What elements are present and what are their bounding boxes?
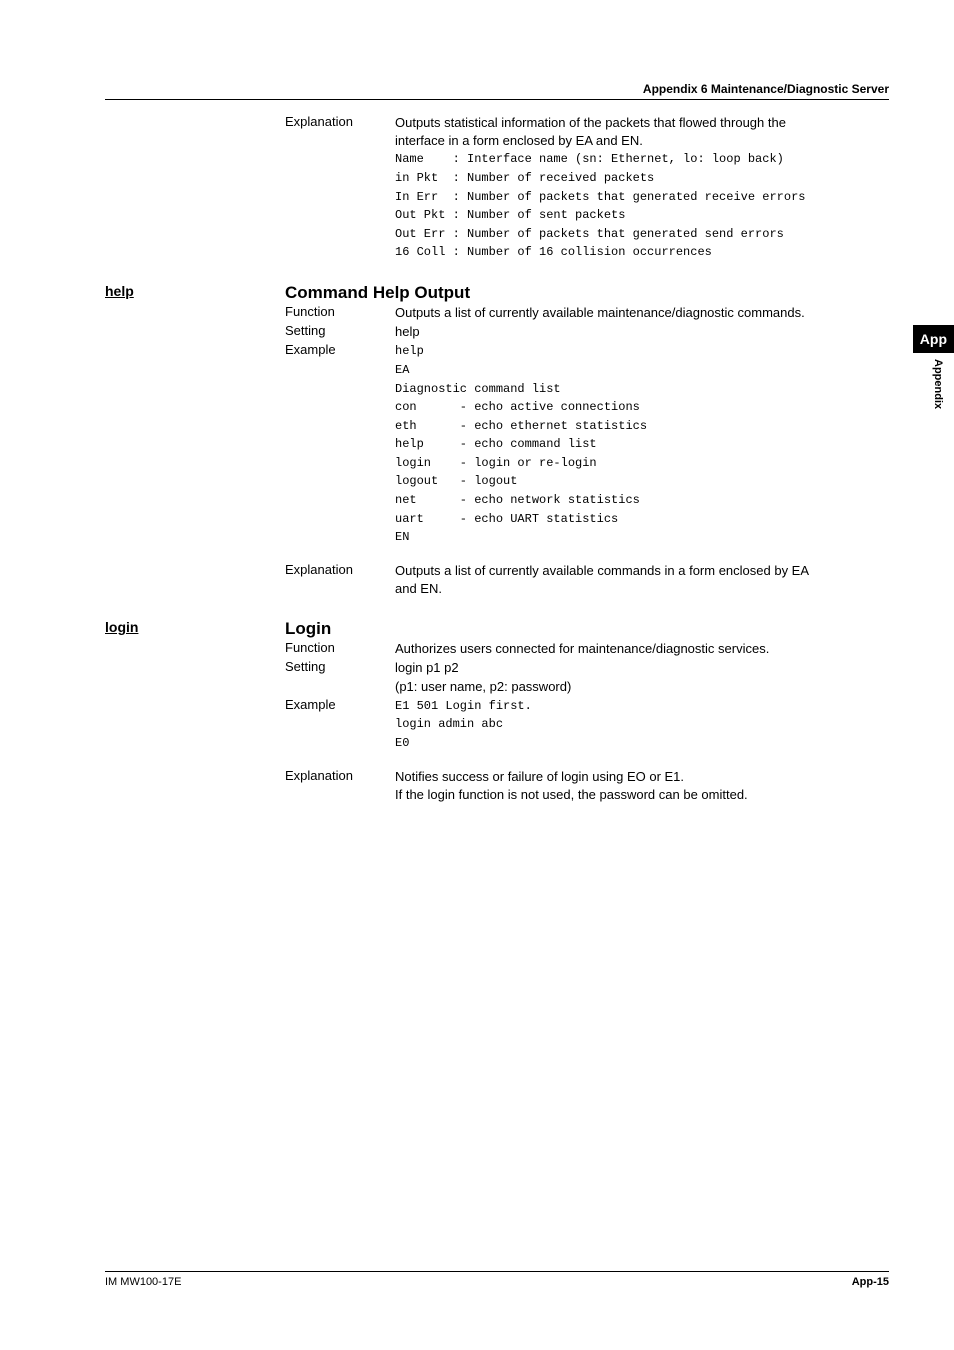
page-footer: IM MW100-17E App-15 — [105, 1271, 889, 1288]
header-rule — [105, 99, 889, 100]
text: If the login function is not used, the p… — [395, 786, 889, 804]
explanation-text: Outputs statistical information of the p… — [395, 114, 889, 262]
code: uart - echo UART statistics — [395, 510, 889, 529]
code: Name : Interface name (sn: Ethernet, lo:… — [395, 150, 889, 169]
label-explanation: Explanation — [285, 114, 395, 262]
page-header: Appendix 6 Maintenance/Diagnostic Server — [105, 82, 889, 99]
tab-badge: App — [913, 325, 954, 353]
label-explanation: Explanation — [285, 562, 395, 598]
code: login admin abc — [395, 715, 889, 734]
text: and EN. — [395, 580, 889, 598]
code: EA — [395, 361, 889, 380]
label-example: Example — [285, 342, 395, 547]
explanation-text: Outputs a list of currently available co… — [395, 562, 889, 598]
text: Notifies success or failure of login usi… — [395, 768, 889, 786]
code: help — [395, 342, 889, 361]
label-function: Function — [285, 304, 395, 322]
text: Outputs statistical information of the p… — [395, 114, 889, 132]
code: eth - echo ethernet statistics — [395, 417, 889, 436]
setting-text: login p1 p2 (p1: user name, p2: password… — [395, 659, 889, 695]
section-title-login: Login — [285, 619, 331, 639]
side-tab: App Appendix — [913, 325, 954, 409]
example-text: help EA Diagnostic command list con - ec… — [395, 342, 889, 547]
label-explanation: Explanation — [285, 768, 395, 804]
text: (p1: user name, p2: password) — [395, 678, 889, 696]
code: in Pkt : Number of received packets — [395, 169, 889, 188]
label-example: Example — [285, 697, 395, 753]
text: interface in a form enclosed by EA and E… — [395, 132, 889, 150]
label-setting: Setting — [285, 323, 395, 341]
setting-text: help — [395, 323, 889, 341]
code: Out Pkt : Number of sent packets — [395, 206, 889, 225]
tab-label: Appendix — [932, 353, 954, 409]
function-text: Outputs a list of currently available ma… — [395, 304, 889, 322]
cmd-name-help: help — [105, 283, 285, 303]
code: EN — [395, 528, 889, 547]
footer-left: IM MW100-17E — [105, 1276, 181, 1288]
footer-right: App-15 — [852, 1276, 889, 1288]
code: con - echo active connections — [395, 398, 889, 417]
code: Out Err : Number of packets that generat… — [395, 225, 889, 244]
example-text: E1 501 Login first. login admin abc E0 — [395, 697, 889, 753]
code: Diagnostic command list — [395, 380, 889, 399]
code: 16 Coll : Number of 16 collision occurre… — [395, 243, 889, 262]
code: logout - logout — [395, 472, 889, 491]
code: login - login or re-login — [395, 454, 889, 473]
explanation-text: Notifies success or failure of login usi… — [395, 768, 889, 804]
text: Outputs a list of currently available co… — [395, 562, 889, 580]
code: In Err : Number of packets that generate… — [395, 188, 889, 207]
code: E1 501 Login first. — [395, 697, 889, 716]
text: login p1 p2 — [395, 659, 889, 677]
code: E0 — [395, 734, 889, 753]
label-setting: Setting — [285, 659, 395, 695]
function-text: Authorizes users connected for maintenan… — [395, 640, 889, 658]
code: net - echo network statistics — [395, 491, 889, 510]
section-title-help: Command Help Output — [285, 283, 470, 303]
cmd-name-login: login — [105, 619, 285, 639]
label-function: Function — [285, 640, 395, 658]
code: help - echo command list — [395, 435, 889, 454]
